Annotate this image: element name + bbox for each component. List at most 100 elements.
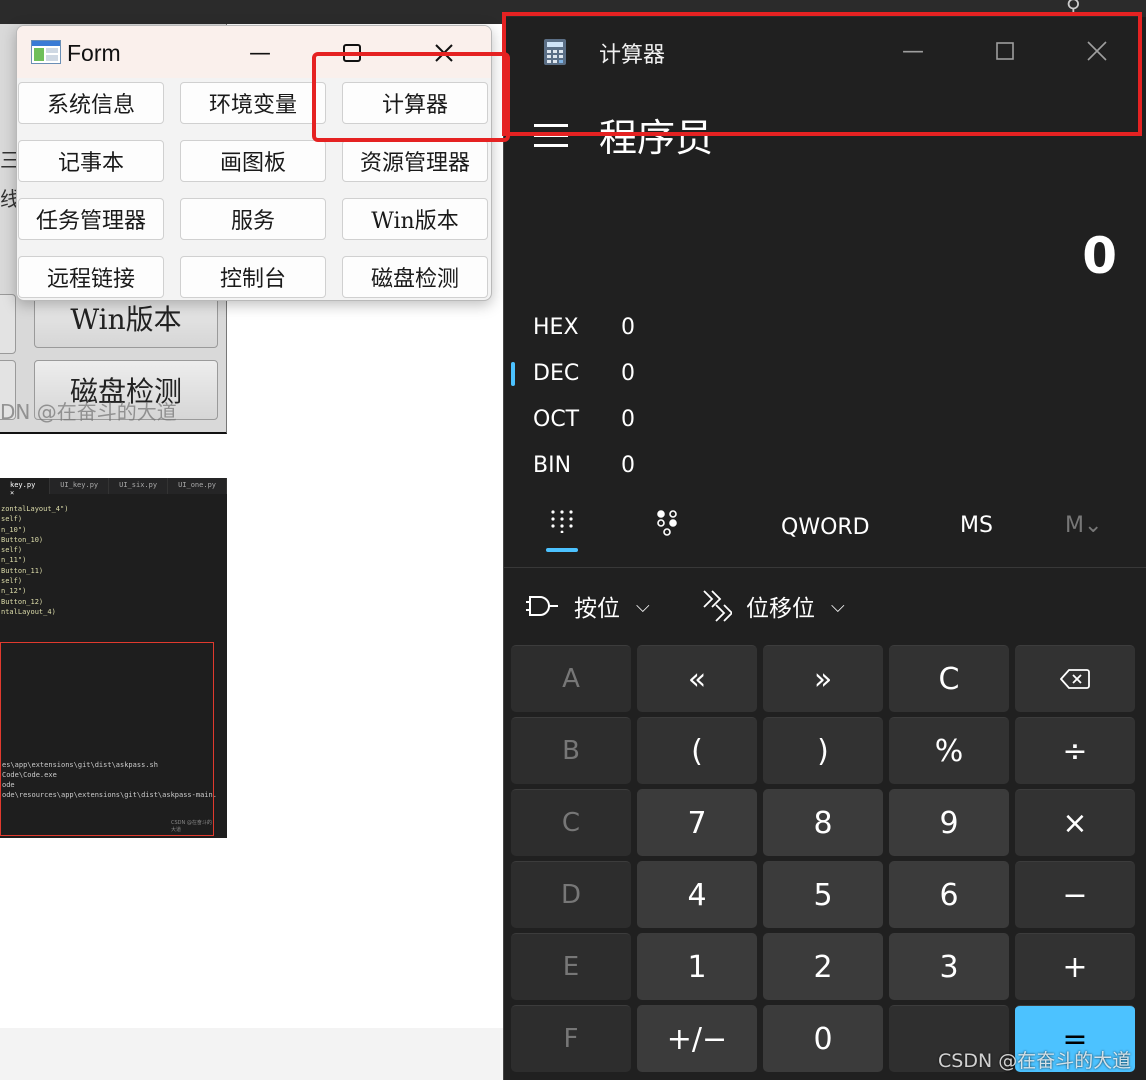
key-hex-d[interactable]: D — [511, 861, 631, 928]
key-negate[interactable]: +/− — [637, 1005, 757, 1072]
editor-tab: UI_six.py — [109, 478, 169, 494]
selected-base-indicator — [511, 362, 515, 386]
memory-list-button[interactable]: M⌄ — [1065, 513, 1102, 538]
terminal-line: es\app\extensions\git\dist\askpass.sh — [2, 761, 158, 769]
calculator-title: 计算器 — [599, 43, 666, 68]
key-hex-a[interactable]: A — [511, 645, 631, 712]
code-line: ntalLayout_4) — [1, 607, 56, 616]
remote-desktop-button[interactable]: 远程链接 — [18, 256, 164, 298]
code-line: n_10") — [1, 525, 27, 534]
active-tab-underline — [546, 548, 578, 552]
close-button[interactable] — [421, 34, 467, 72]
key-add[interactable]: + — [1015, 933, 1135, 1000]
form-titlebar[interactable]: Form — — [17, 26, 491, 78]
console-button[interactable]: 控制台 — [180, 256, 326, 298]
code-line: Button_12) — [1, 597, 44, 606]
key-5[interactable]: 5 — [763, 861, 883, 928]
bit-shift-icon — [703, 590, 732, 622]
explorer-button[interactable]: 资源管理器 — [342, 140, 488, 182]
key-3[interactable]: 3 — [889, 933, 1009, 1000]
key-percent[interactable]: % — [889, 717, 1009, 784]
paint-button[interactable]: 画图板 — [180, 140, 326, 182]
full-keypad-tab[interactable] — [550, 509, 574, 539]
system-info-button[interactable]: 系统信息 — [18, 82, 164, 124]
code-line: self) — [1, 546, 23, 555]
base-row-hex[interactable]: HEX 0 — [533, 315, 635, 340]
calculator-display: 0 — [1082, 227, 1117, 285]
base-row-dec[interactable]: DEC 0 — [533, 361, 635, 386]
bitwise-dropdown[interactable]: 按位 ⌵ — [526, 589, 650, 623]
base-row-bin[interactable]: BIN 0 — [533, 453, 635, 478]
code-line: self) — [1, 577, 23, 586]
calc-minimize-button[interactable]: — — [893, 31, 933, 71]
base-row-oct[interactable]: OCT 0 — [533, 407, 635, 432]
memory-store-button[interactable]: MS — [960, 513, 993, 538]
key-subtract[interactable]: − — [1015, 861, 1135, 928]
minimize-button[interactable]: — — [237, 34, 283, 72]
editor-tab: key.py × — [0, 478, 51, 497]
key-hex-b[interactable]: B — [511, 717, 631, 784]
editor-tab: UI_key.py — [50, 478, 110, 494]
background-button-edge — [0, 294, 16, 354]
code-line: Button_11) — [1, 566, 44, 575]
key-right-shift[interactable]: » — [763, 645, 883, 712]
close-icon — [1087, 41, 1107, 61]
terminal-line: ode\resources\app\extensions\git\dist\as… — [2, 791, 217, 799]
key-open-paren[interactable]: ( — [637, 717, 757, 784]
keypad-mode-tabbar: QWORD MS M⌄ — [504, 505, 1146, 555]
env-vars-button[interactable]: 环境变量 — [180, 82, 326, 124]
word-size-button[interactable]: QWORD — [781, 515, 870, 540]
code-line: n_12") — [1, 587, 27, 596]
key-6[interactable]: 6 — [889, 861, 1009, 928]
task-manager-button[interactable]: 任务管理器 — [18, 198, 164, 240]
chevron-down-icon: ⌵ — [831, 595, 845, 617]
divider — [504, 567, 1146, 568]
key-2[interactable]: 2 — [763, 933, 883, 1000]
maximize-button[interactable] — [329, 34, 375, 72]
editor-tab-bar: key.py × UI_key.py UI_six.py UI_one.py — [0, 478, 227, 497]
calculator-window: 计算器 — 程序员 0 HEX 0 DEC 0 OCT 0 BIN 0 QWOR… — [503, 17, 1146, 1080]
key-4[interactable]: 4 — [637, 861, 757, 928]
key-0[interactable]: 0 — [763, 1005, 883, 1072]
key-9[interactable]: 9 — [889, 789, 1009, 856]
disk-check-button[interactable]: 磁盘检测 — [342, 256, 488, 298]
key-divide[interactable]: ÷ — [1015, 717, 1135, 784]
key-8[interactable]: 8 — [763, 789, 883, 856]
key-clear[interactable]: C — [889, 645, 1009, 712]
form-window: Form — 系统信息 环境变量 计算器 记事本 画图板 资源管理器 任务管理器… — [16, 25, 492, 301]
key-hex-c[interactable]: C — [511, 789, 631, 856]
terminal-panel: es\app\extensions\git\dist\askpass.sh Co… — [0, 642, 217, 836]
win-version-button[interactable]: Win版本 — [342, 198, 488, 240]
minimize-icon: — — [902, 38, 924, 64]
key-hex-f[interactable]: F — [511, 1005, 631, 1072]
calc-close-button[interactable] — [1077, 31, 1117, 71]
code-block: zontalLayout_4") self) n_10") Button_10)… — [0, 494, 227, 617]
hamburger-menu-button[interactable] — [534, 117, 568, 154]
background-watermark: DN @在奋斗的大道 — [0, 400, 177, 424]
form-app-icon — [31, 40, 61, 64]
maximize-icon — [996, 42, 1014, 60]
code-line: zontalLayout_4") — [1, 505, 69, 513]
background-code-editor: key.py × UI_key.py UI_six.py UI_one.py z… — [0, 478, 227, 838]
key-multiply[interactable]: × — [1015, 789, 1135, 856]
code-line: Button_10) — [1, 535, 44, 544]
watermark: CSDN @在奋斗的大道 — [938, 1050, 1132, 1072]
key-left-shift[interactable]: « — [637, 645, 757, 712]
editor-tab: UI_one.py — [168, 478, 227, 494]
bit-toggle-tab[interactable] — [656, 509, 680, 543]
desktop-bottom-strip — [0, 1028, 520, 1080]
key-close-paren[interactable]: ) — [763, 717, 883, 784]
key-backspace[interactable] — [1015, 645, 1135, 712]
notepad-button[interactable]: 记事本 — [18, 140, 164, 182]
terminal-watermark: CSDN @在奋斗的大道 — [171, 820, 212, 833]
calculator-app-icon — [544, 39, 566, 65]
calculator-button[interactable]: 计算器 — [342, 82, 488, 124]
close-icon — [435, 44, 453, 62]
form-title: Form — [67, 40, 121, 66]
key-7[interactable]: 7 — [637, 789, 757, 856]
key-1[interactable]: 1 — [637, 933, 757, 1000]
bit-shift-dropdown[interactable]: 位移位 ⌵ — [702, 589, 845, 623]
calc-maximize-button[interactable] — [985, 31, 1025, 71]
key-hex-e[interactable]: E — [511, 933, 631, 1000]
services-button[interactable]: 服务 — [180, 198, 326, 240]
